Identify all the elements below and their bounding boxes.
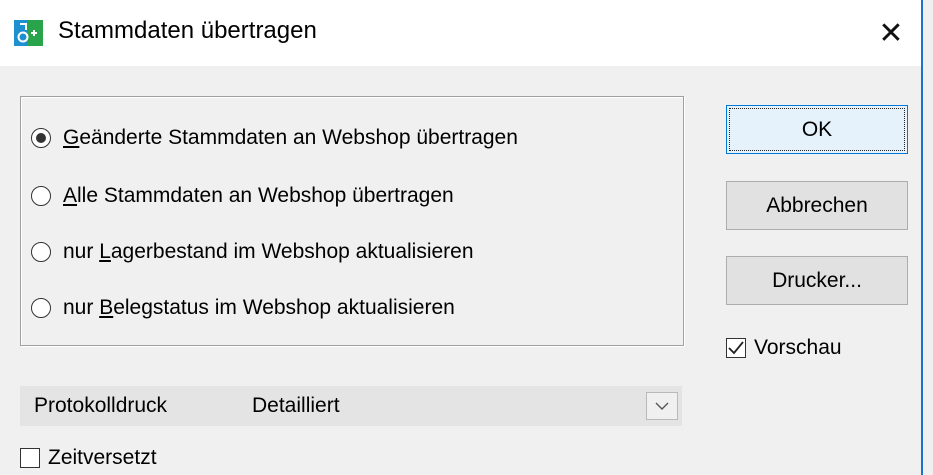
chevron-down-icon [655,402,669,410]
radio-button[interactable] [31,128,51,148]
title-bar: Stammdaten übertragen ✕ [0,0,921,66]
radio-button[interactable] [31,186,51,206]
close-icon: ✕ [878,16,904,50]
radio-button[interactable] [31,298,51,318]
radio-button[interactable] [31,242,51,262]
delayed-checkbox[interactable] [20,448,40,468]
preview-label: Vorschau [754,336,842,359]
cancel-button[interactable]: Abbrechen [726,181,908,230]
radio-label: nur Lagerbestand im Webshop aktualisiere… [63,240,474,263]
ok-button[interactable]: OK [726,105,908,154]
window-title: Stammdaten übertragen [58,17,317,44]
window-edge [921,0,933,475]
dialog-window: Stammdaten übertragen ✕ Geänderte Stammd… [0,0,921,475]
radio-option-changed[interactable]: Geänderte Stammdaten an Webshop übertrag… [31,126,518,150]
radio-label: nur Belegstatus im Webshop aktualisieren [63,296,455,319]
preview-checkbox[interactable] [726,338,746,358]
protocol-print-label: Protokolldruck [20,386,244,426]
close-button[interactable]: ✕ [868,10,914,56]
radio-label: Geänderte Stammdaten an Webshop übertrag… [63,126,518,149]
transfer-app-icon [14,20,43,46]
protocol-print-select[interactable]: Detailliert [244,386,682,426]
radio-option-stock[interactable]: nur Lagerbestand im Webshop aktualisiere… [31,240,474,264]
radio-label: Alle Stammdaten an Webshop übertragen [63,184,454,207]
dropdown-button[interactable] [646,392,678,420]
radio-option-doc-status[interactable]: nur Belegstatus im Webshop aktualisieren [31,296,455,320]
printer-button[interactable]: Drucker... [726,256,908,305]
protocol-print-value: Detailliert [252,394,340,417]
preview-checkbox-row[interactable]: Vorschau [726,336,842,360]
delayed-label: Zeitversetzt [48,446,157,469]
radio-option-all[interactable]: Alle Stammdaten an Webshop übertragen [31,184,454,208]
delayed-checkbox-row[interactable]: Zeitversetzt [20,446,157,470]
checkmark-icon [728,341,744,355]
